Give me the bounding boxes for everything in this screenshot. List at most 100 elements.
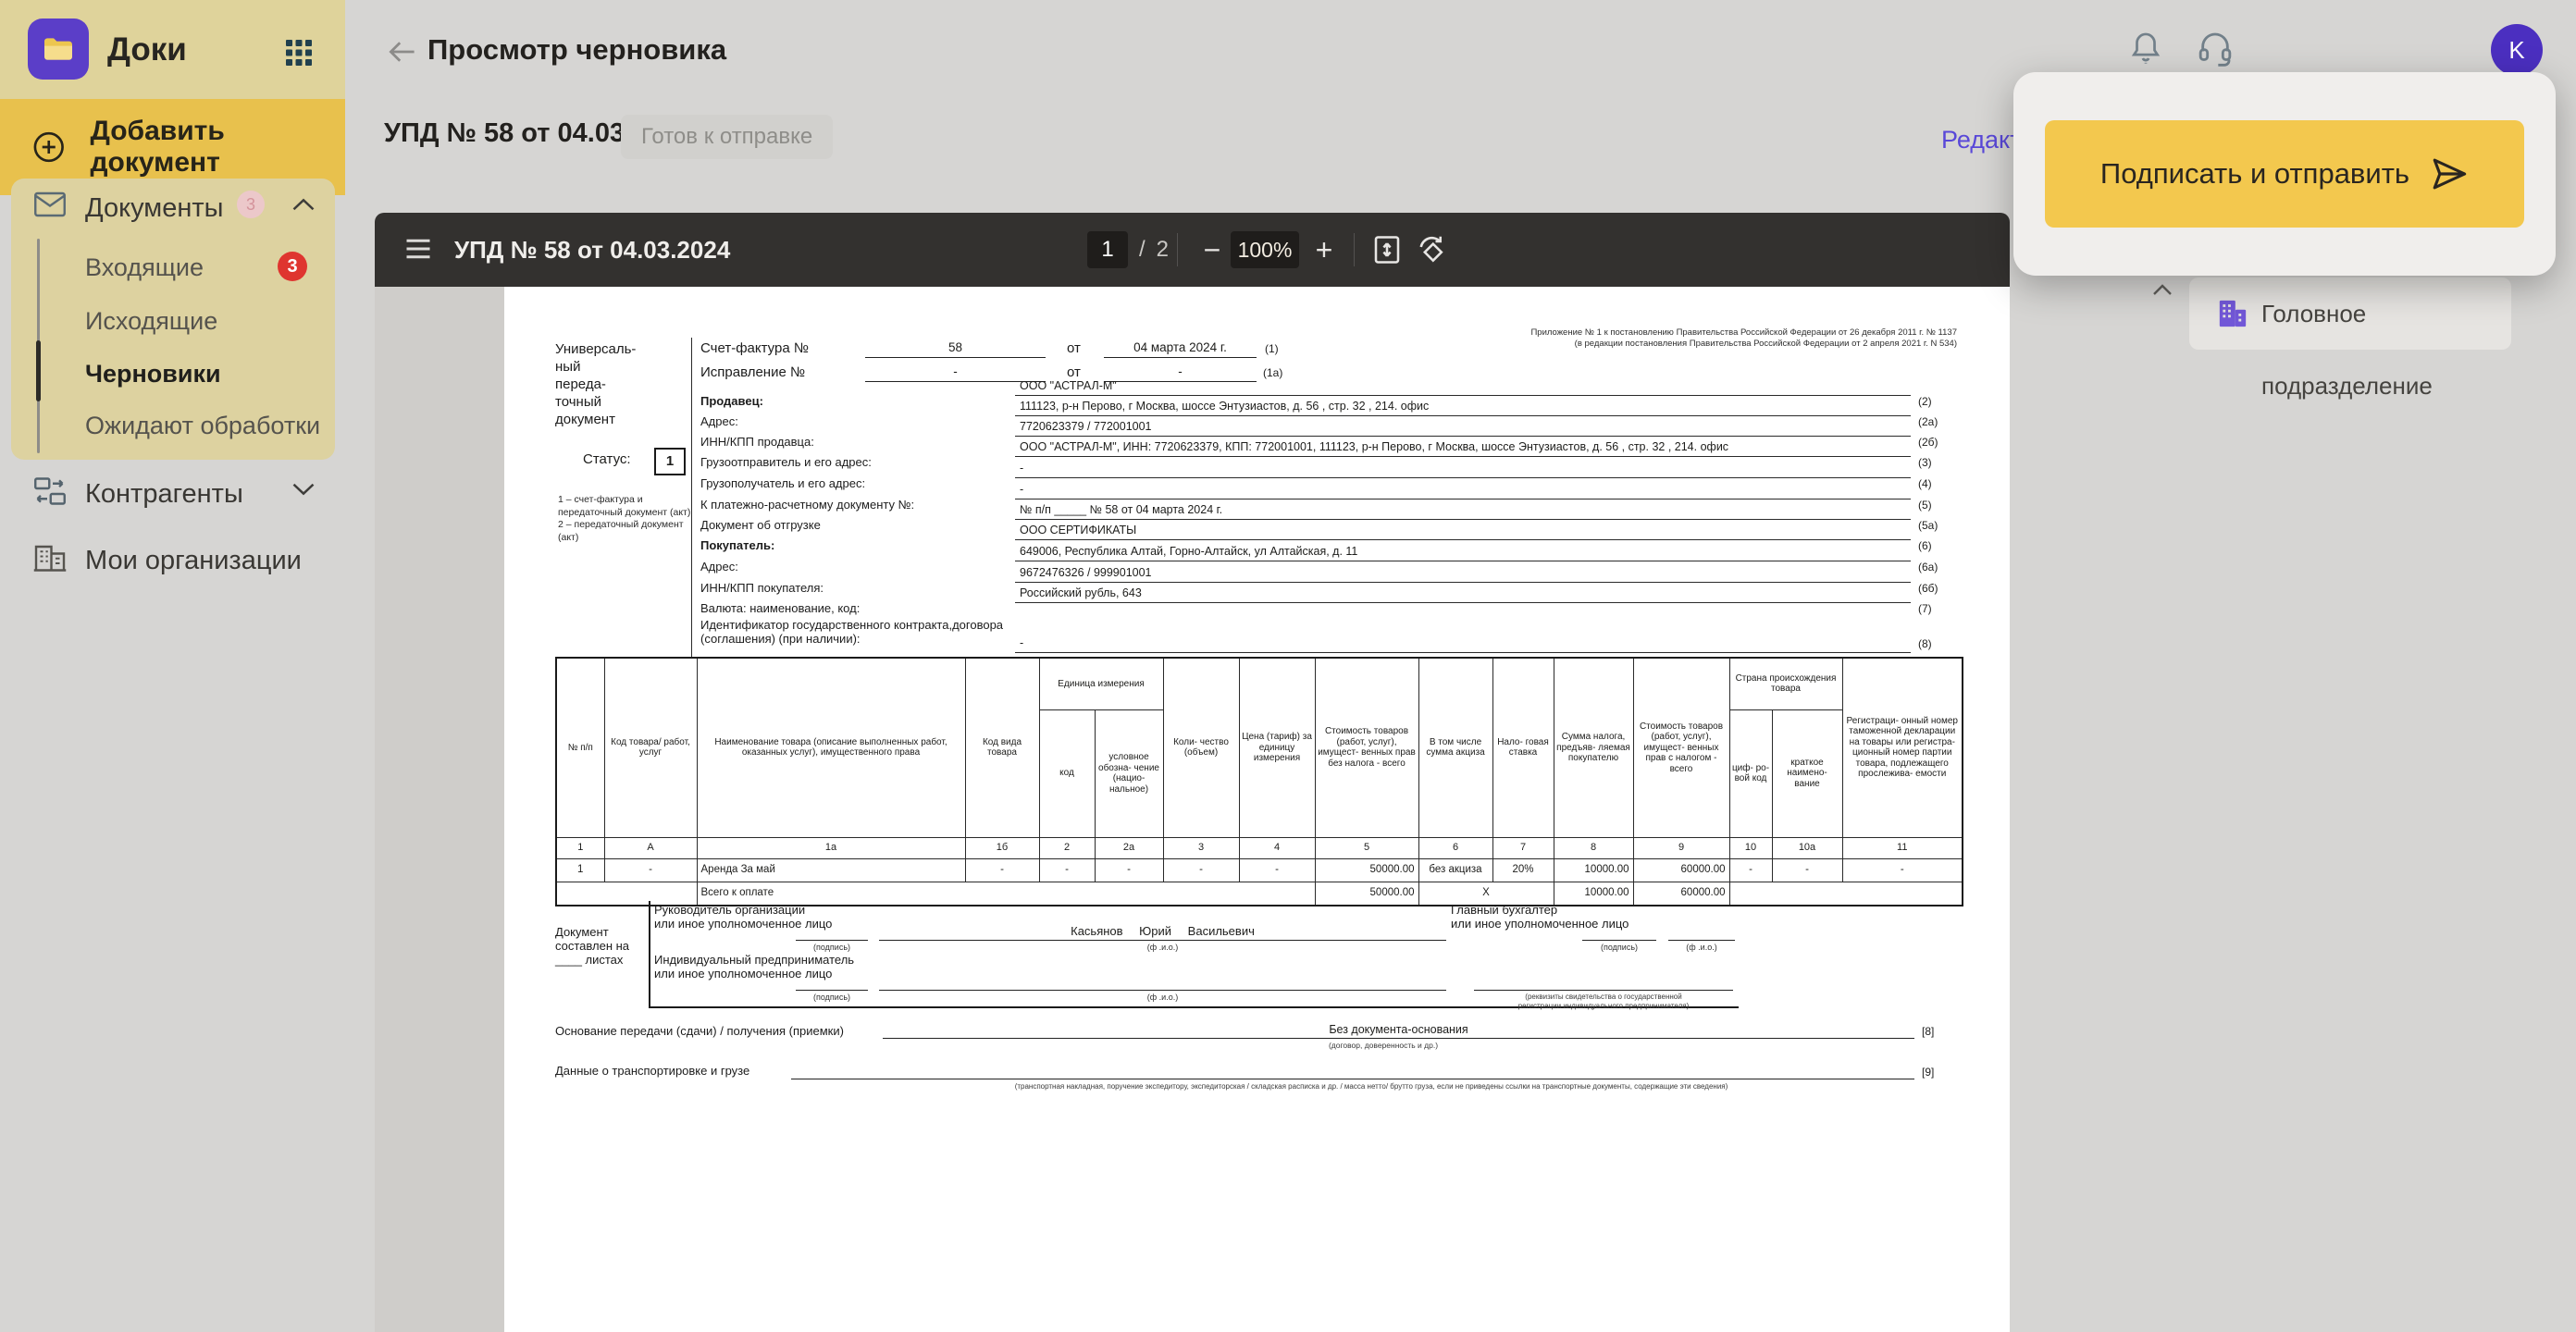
app-logo[interactable]	[28, 18, 89, 80]
organizations-icon	[33, 542, 67, 574]
field-marker: (3)	[1918, 456, 1932, 469]
field-label: Адрес:	[700, 414, 738, 428]
col-code: 4	[1239, 837, 1315, 858]
page-number-input[interactable]: 1	[1087, 231, 1128, 268]
toolbar-divider	[1177, 233, 1178, 266]
sidebar-item-outbox[interactable]: Исходящие	[85, 307, 217, 336]
cell-total: 60000.00	[1633, 858, 1729, 882]
field-label: Документ об отгрузке	[700, 518, 821, 532]
sidebar-item-inbox[interactable]: Входящие	[85, 253, 204, 282]
field-marker: (2б)	[1918, 436, 1938, 449]
cell: -	[604, 858, 697, 882]
invoice-number: 58	[865, 340, 1046, 354]
cell-amount: 50000.00	[1315, 858, 1418, 882]
sidebar-item-pending[interactable]: Ожидают обработки	[85, 412, 320, 440]
field-label: Идентификатор государственного контракта…	[700, 618, 1006, 646]
field-label: Покупатель:	[700, 538, 774, 552]
cell: -	[1039, 858, 1095, 882]
signature-line	[1582, 940, 1656, 941]
zoom-level[interactable]: 100%	[1231, 231, 1299, 268]
field-marker: (2)	[1918, 395, 1932, 408]
field-marker: (4)	[1918, 477, 1932, 490]
col-header: № п/п	[556, 658, 604, 837]
signature-line	[879, 940, 1446, 941]
user-avatar[interactable]: K	[2491, 24, 2543, 76]
col-code: А	[604, 837, 697, 858]
col-header: Коли- чество (объем)	[1163, 658, 1239, 837]
cell: -	[1842, 858, 1963, 882]
page-title: Просмотр черновика	[427, 33, 726, 67]
signature-line	[1668, 940, 1735, 941]
zoom-out-button[interactable]: −	[1194, 213, 1231, 287]
col-code: 6	[1418, 837, 1492, 858]
col-header: Нало- говая ставка	[1492, 658, 1554, 837]
col-code: 2	[1039, 837, 1095, 858]
cell: 20%	[1492, 858, 1554, 882]
appendix-note: Приложение № 1 к постановлению Правитель…	[1476, 327, 1957, 350]
rotate-page-icon[interactable]	[1415, 233, 1448, 266]
cell: -	[1095, 858, 1163, 882]
sign-and-send-button[interactable]: Подписать и отправить	[2045, 120, 2524, 228]
accountant-label: Главный бухгалтер или иное уполномоченно…	[1451, 903, 1629, 931]
sidebar-header: Доки	[0, 0, 345, 99]
hamburger-menu-icon[interactable]	[404, 237, 432, 261]
appendix-line1: Приложение № 1 к постановлению Правитель…	[1476, 327, 1957, 339]
col-header: Стоимость товаров (работ, услуг), имущес…	[1633, 658, 1729, 837]
sidebar-item-my-organizations[interactable]: Мои организации	[85, 546, 302, 576]
field-label: ИНН/КПП покупателя:	[700, 581, 824, 595]
send-icon	[2430, 154, 2469, 193]
cell-tax: 10000.00	[1554, 858, 1633, 882]
marker-1: (1)	[1265, 342, 1279, 355]
field-value: № п/п _____ № 58 от 04 марта 2024 г.	[1015, 503, 1911, 520]
signature-line	[879, 990, 1446, 991]
col-header: код	[1039, 709, 1095, 837]
page-controls: 1 / 2	[1087, 213, 1169, 287]
back-arrow-icon[interactable]	[387, 39, 418, 65]
name-caption: (ф .и.о.)	[879, 943, 1446, 952]
cell: 1	[556, 858, 604, 882]
sidebar-item-documents[interactable]: Документы	[85, 193, 224, 224]
col-header-group: Единица измерения	[1039, 658, 1163, 709]
field-marker: (2а)	[1918, 415, 1938, 428]
cell: -	[1772, 858, 1842, 882]
signature-line	[796, 990, 868, 991]
basis-line	[883, 1038, 1914, 1039]
division-building-icon	[2217, 298, 2248, 329]
section-rail-active	[36, 340, 41, 401]
col-code: 10а	[1772, 837, 1842, 858]
zoom-in-button[interactable]: +	[1306, 213, 1343, 287]
field-value: -	[1015, 462, 1911, 478]
support-headset-icon[interactable]	[2197, 30, 2234, 67]
fit-page-icon[interactable]	[1370, 233, 1404, 266]
sign-caption: (подпись)	[781, 993, 883, 1002]
transport-marker: [9]	[1922, 1066, 1934, 1079]
correction-ot: от	[1067, 364, 1081, 380]
col-code: 7	[1492, 837, 1554, 858]
sidebar-item-counterparties[interactable]: Контрагенты	[85, 479, 243, 510]
chevron-down-icon[interactable]	[291, 481, 316, 498]
underline	[865, 357, 1046, 358]
status-value: 1	[654, 448, 686, 475]
field-value: ООО СЕРТИФИКАТЫ	[1015, 524, 1911, 540]
name-caption: (ф .и.о.)	[1646, 943, 1757, 952]
notifications-bell-icon[interactable]	[2128, 30, 2163, 67]
col-code: 5	[1315, 837, 1418, 858]
items-table: № п/п Код товара/ работ, услуг Наименова…	[555, 657, 1963, 906]
cell: -	[1729, 858, 1772, 882]
apps-grid-icon[interactable]	[285, 39, 313, 67]
correction-number: -	[865, 364, 1046, 378]
division-card[interactable]: Головное подразделение	[2189, 278, 2511, 350]
field-value: -	[1015, 636, 1911, 653]
name-caption: (ф .и.о.)	[879, 993, 1446, 1002]
col-header: Стоимость товаров (работ, услуг), имущес…	[1315, 658, 1418, 837]
folder-icon	[40, 31, 77, 68]
sidebar-item-drafts[interactable]: Черновики	[85, 360, 221, 388]
field-value: ООО "АСТРАЛ-М", ИНН: 7720623379, КПП: 77…	[1015, 440, 1911, 457]
document-page: Универсаль- ный переда- точный документ …	[504, 287, 2010, 1332]
col-header: Наименование товара (описание выполненны…	[697, 658, 965, 837]
scroll-up-icon[interactable]	[2152, 283, 2173, 296]
basis-marker: [8]	[1922, 1025, 1934, 1038]
doc-type-label: Универсаль- ный переда- точный документ	[555, 340, 636, 428]
correction-label: Исправление №	[700, 364, 805, 380]
chevron-up-icon[interactable]	[291, 196, 316, 213]
